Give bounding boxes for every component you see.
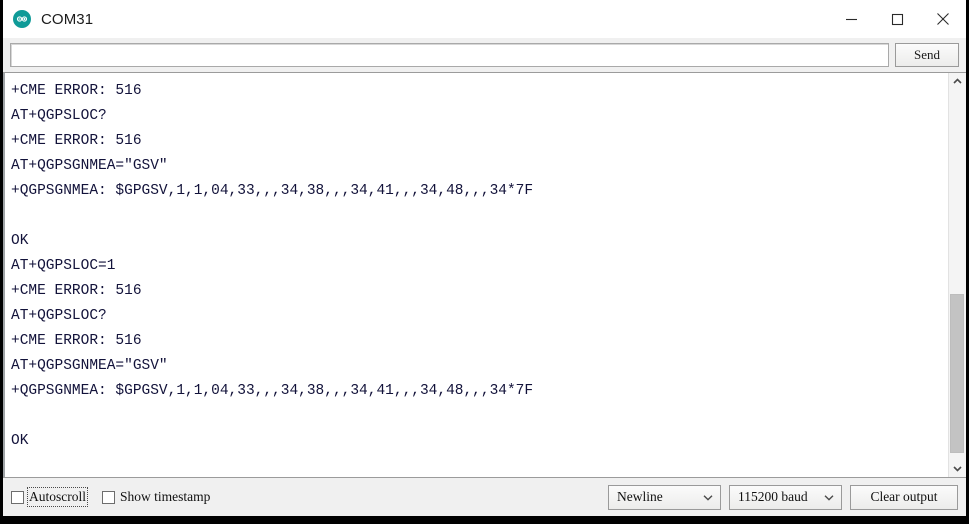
maximize-button[interactable] — [874, 0, 920, 38]
scrollbar-thumb[interactable] — [950, 293, 964, 453]
console-text: +CME ERROR: 516 AT+QGPSLOC? +CME ERROR: … — [11, 83, 534, 449]
clear-output-button[interactable]: Clear output — [850, 484, 958, 510]
show-timestamp-checkbox-group[interactable]: Show timestamp — [102, 489, 210, 505]
close-button[interactable] — [920, 0, 966, 38]
status-bar: Autoscroll Show timestamp Newline 115200… — [3, 478, 966, 516]
baud-rate-select[interactable]: 115200 baud — [729, 484, 842, 510]
show-timestamp-checkbox[interactable] — [102, 490, 115, 504]
send-input[interactable] — [10, 43, 889, 67]
arduino-infinity-icon — [13, 10, 31, 28]
console-scrollbar[interactable] — [948, 73, 966, 477]
title-bar: COM31 — [3, 0, 966, 38]
window-title: COM31 — [41, 10, 94, 28]
scroll-up-button[interactable] — [949, 73, 966, 90]
autoscroll-checkbox-group[interactable]: Autoscroll — [11, 487, 88, 507]
title-bar-left: COM31 — [3, 10, 93, 28]
chevron-down-icon — [700, 494, 716, 501]
autoscroll-label: Autoscroll — [27, 487, 88, 507]
serial-monitor-window: COM31 Send +CME ERROR: 516 AT+QGPSLOC? +… — [3, 0, 966, 516]
line-ending-select[interactable]: Newline — [608, 484, 721, 510]
baud-rate-value: 115200 baud — [738, 489, 808, 504]
console-output[interactable]: +CME ERROR: 516 AT+QGPSLOC? +CME ERROR: … — [3, 73, 948, 477]
minimize-button[interactable] — [828, 0, 874, 38]
line-ending-value: Newline — [617, 489, 663, 504]
window-controls — [828, 0, 966, 38]
scrollbar-track[interactable] — [949, 90, 966, 460]
autoscroll-checkbox[interactable] — [11, 490, 24, 504]
send-button[interactable]: Send — [895, 43, 959, 67]
scroll-down-button[interactable] — [949, 460, 966, 477]
console-area: +CME ERROR: 516 AT+QGPSLOC? +CME ERROR: … — [3, 72, 966, 478]
chevron-down-icon — [821, 494, 837, 501]
send-bar: Send — [3, 38, 966, 72]
show-timestamp-label: Show timestamp — [120, 489, 211, 504]
